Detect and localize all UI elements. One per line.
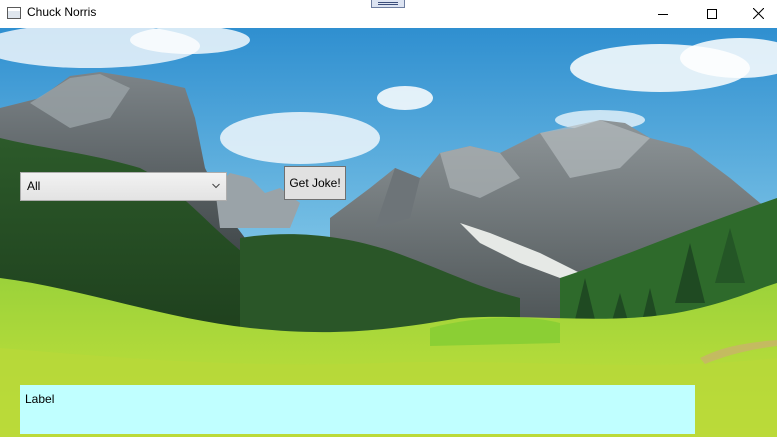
window-app-icon <box>7 7 21 19</box>
close-icon <box>752 8 764 19</box>
category-select-value: All <box>27 179 41 193</box>
minimize-icon <box>658 13 668 15</box>
minimize-button[interactable] <box>640 0 686 27</box>
title-bar[interactable]: Chuck Norris <box>0 0 777 27</box>
chevron-down-icon <box>212 183 220 189</box>
drag-handle[interactable] <box>371 0 405 8</box>
mountain-background-image <box>0 28 777 437</box>
app-window: Chuck Norris All Get Joke! Label <box>0 0 777 437</box>
window-title: Chuck Norris <box>27 5 97 19</box>
joke-output-text: Label <box>25 392 55 406</box>
maximize-icon <box>707 8 717 19</box>
category-select[interactable]: All <box>20 172 227 201</box>
close-button[interactable] <box>735 0 777 27</box>
joke-output-label: Label <box>20 385 695 434</box>
client-area <box>0 28 777 437</box>
get-joke-button[interactable]: Get Joke! <box>284 166 346 200</box>
maximize-button[interactable] <box>689 0 735 27</box>
